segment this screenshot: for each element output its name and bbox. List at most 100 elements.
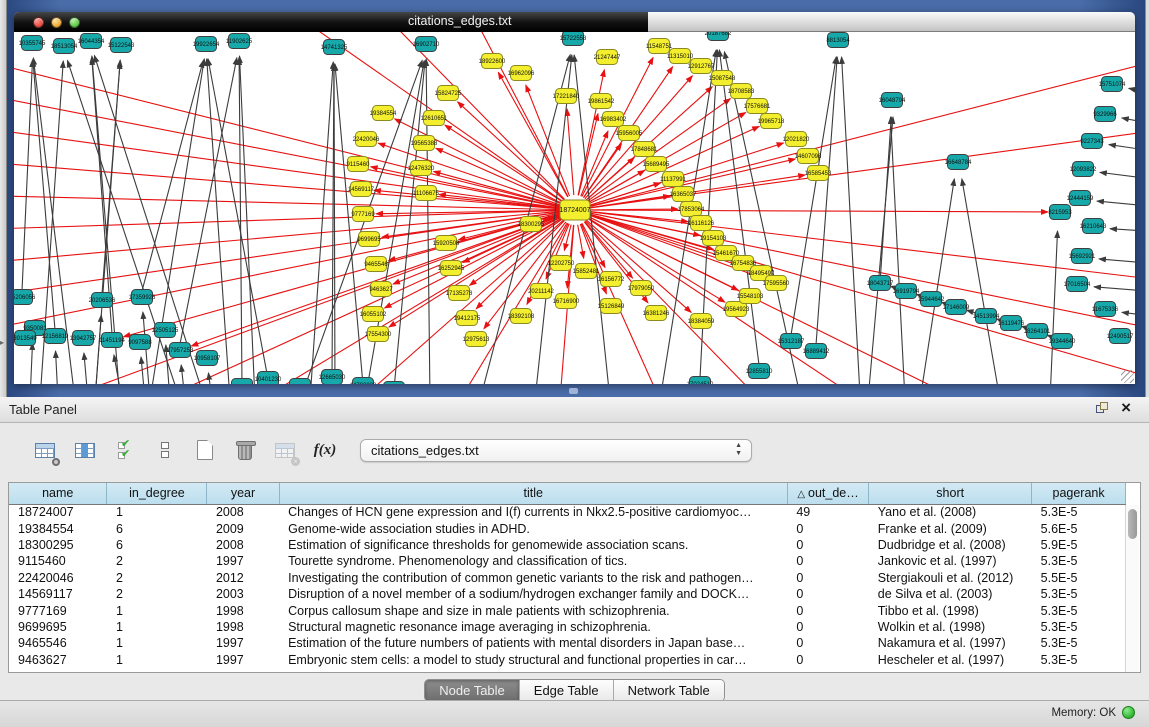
table-settings-icon[interactable] [32, 437, 58, 463]
network-node[interactable]: 12505125 [152, 323, 179, 338]
network-edge[interactable] [791, 57, 836, 335]
network-node[interactable]: 19344640 [1049, 334, 1076, 349]
table-cell[interactable]: 22420046 [9, 570, 107, 586]
table-cell[interactable]: Wolkin et al. (1998) [869, 619, 1032, 635]
function-builder-icon[interactable]: f(x) [312, 437, 338, 463]
network-node[interactable]: 12912767 [688, 59, 715, 74]
network-node[interactable]: 15312187 [778, 334, 805, 349]
table-cell[interactable]: Investigating the contribution of common… [279, 570, 787, 586]
window-resize-grip[interactable] [1121, 370, 1134, 383]
network-node[interactable]: 16119476 [998, 316, 1025, 331]
network-edge[interactable] [33, 60, 55, 330]
table-cell[interactable]: Dudbridge et al. (2008) [869, 537, 1032, 553]
table-cell[interactable]: 6 [107, 520, 207, 536]
table-cell[interactable]: 0 [787, 652, 868, 668]
network-node[interactable]: 17595560 [763, 276, 790, 291]
network-node[interactable]: 16902710 [413, 37, 440, 52]
column-header-short[interactable]: short [869, 483, 1032, 504]
table-cell[interactable]: 5.3E-5 [1032, 635, 1126, 651]
network-node[interactable]: 17016504 [1064, 277, 1091, 292]
table-cell[interactable]: 0 [787, 570, 868, 586]
network-edge[interactable] [1129, 88, 1135, 95]
network-node[interactable]: 12975613 [463, 332, 490, 347]
network-edge[interactable] [1122, 312, 1135, 317]
table-cell[interactable]: 1997 [207, 553, 279, 569]
network-node[interactable]: 15852481 [573, 264, 600, 279]
table-cell[interactable]: 1998 [207, 619, 279, 635]
row-select-icon[interactable]: ✔ ✔ [112, 437, 138, 463]
panel-collapse-arrow-icon[interactable]: ▸ [0, 338, 4, 347]
column-header-pagerank[interactable]: pagerank [1032, 483, 1126, 504]
network-node[interactable]: 16252945 [438, 261, 465, 276]
network-edge[interactable] [95, 315, 101, 384]
network-node[interactable]: 21247447 [594, 50, 621, 65]
table-cell[interactable]: 9465546 [9, 635, 107, 651]
network-node[interactable]: 9227343 [1080, 134, 1104, 149]
network-node[interactable]: 12021820 [783, 132, 810, 147]
network-edge[interactable] [891, 117, 905, 384]
network-window-titlebar-dark[interactable]: citations_edges.txt [14, 12, 648, 32]
network-node[interactable]: 15689495 [643, 157, 670, 172]
tab-node-table[interactable]: Node Table [425, 680, 520, 701]
table-row[interactable]: 2242004622012Investigating the contribut… [9, 570, 1126, 586]
network-edge[interactable] [458, 102, 564, 200]
table-cell[interactable]: 5.3E-5 [1032, 652, 1126, 668]
network-node[interactable]: 9465546 [364, 257, 388, 272]
network-edge[interactable] [300, 60, 422, 384]
column-header-title[interactable]: title [279, 483, 787, 504]
network-node[interactable]: 9463627 [369, 282, 393, 297]
table-scrollbar-thumb[interactable] [1128, 509, 1137, 539]
zoom-window-icon[interactable] [69, 17, 80, 28]
network-graph[interactable]: 1892260016962096172218401986154216983402… [14, 32, 1135, 384]
table-cell[interactable]: Estimation of the future numbers of pati… [279, 635, 787, 651]
network-node[interactable]: 18264101 [1024, 324, 1051, 339]
network-node[interactable]: 20187682 [705, 32, 732, 41]
column-header-name[interactable]: name [9, 483, 107, 504]
table-cell[interactable]: 18724007 [9, 504, 107, 520]
network-node[interactable]: 10958107 [194, 351, 221, 366]
network-edge[interactable] [124, 214, 561, 337]
network-node[interactable]: 8813054 [826, 33, 850, 48]
network-node[interactable]: 16919794 [893, 284, 920, 299]
table-cell[interactable]: 9115460 [9, 553, 107, 569]
table-row[interactable]: 969969511998Structural magnetic resonanc… [9, 619, 1126, 635]
network-node[interactable]: 12610651 [421, 111, 448, 126]
network-node[interactable]: 19565388 [411, 136, 438, 151]
network-node[interactable]: 20206536 [89, 293, 116, 308]
network-node[interactable]: 15087548 [709, 71, 736, 86]
network-node[interactable]: 12444159 [1067, 191, 1094, 206]
table-cell[interactable]: Estimation of significance thresholds fo… [279, 537, 787, 553]
network-node[interactable]: 16381246 [643, 306, 670, 321]
network-node[interactable]: 11087754 [287, 379, 314, 385]
table-cell[interactable]: 2 [107, 553, 207, 569]
table-cell[interactable]: Structural magnetic resonance image aver… [279, 619, 787, 635]
column-select-icon[interactable] [72, 437, 98, 463]
table-cell[interactable]: 5.9E-5 [1032, 537, 1126, 553]
network-node[interactable]: 17979050 [628, 281, 655, 296]
table-cell[interactable]: 5.3E-5 [1032, 586, 1126, 602]
network-edge[interactable] [567, 109, 574, 195]
network-node[interactable]: 15722558 [560, 32, 587, 46]
network-node[interactable]: 19965718 [758, 114, 785, 129]
table-cell[interactable]: Embryonic stem cells: a model to study s… [279, 652, 787, 668]
network-node[interactable]: 17554300 [365, 327, 392, 342]
network-node[interactable]: 17576681 [744, 99, 771, 114]
table-cell[interactable]: Disruption of a novel member of a sodium… [279, 586, 787, 602]
table-row[interactable]: 1872400712008Changes of HCN gene express… [9, 504, 1126, 520]
network-node[interactable]: 9699695 [357, 232, 381, 247]
network-node[interactable]: 18922600 [479, 54, 506, 69]
network-edge[interactable] [14, 210, 560, 230]
table-cell[interactable]: 0 [787, 602, 868, 618]
network-edge[interactable] [962, 179, 1000, 384]
table-cell[interactable]: 1997 [207, 652, 279, 668]
network-node[interactable]: 15824725 [435, 86, 462, 101]
network-node[interactable]: 19384554 [370, 106, 397, 121]
network-node[interactable]: 12855810 [746, 364, 773, 379]
network-edge[interactable] [589, 214, 1135, 380]
network-node[interactable]: 9465596 [230, 379, 254, 385]
network-node[interactable]: 14607098 [795, 149, 822, 164]
table-cell[interactable]: 0 [787, 635, 868, 651]
new-column-icon[interactable] [192, 437, 218, 463]
network-node[interactable]: 17135278 [446, 286, 473, 301]
table-cell[interactable]: 1 [107, 635, 207, 651]
